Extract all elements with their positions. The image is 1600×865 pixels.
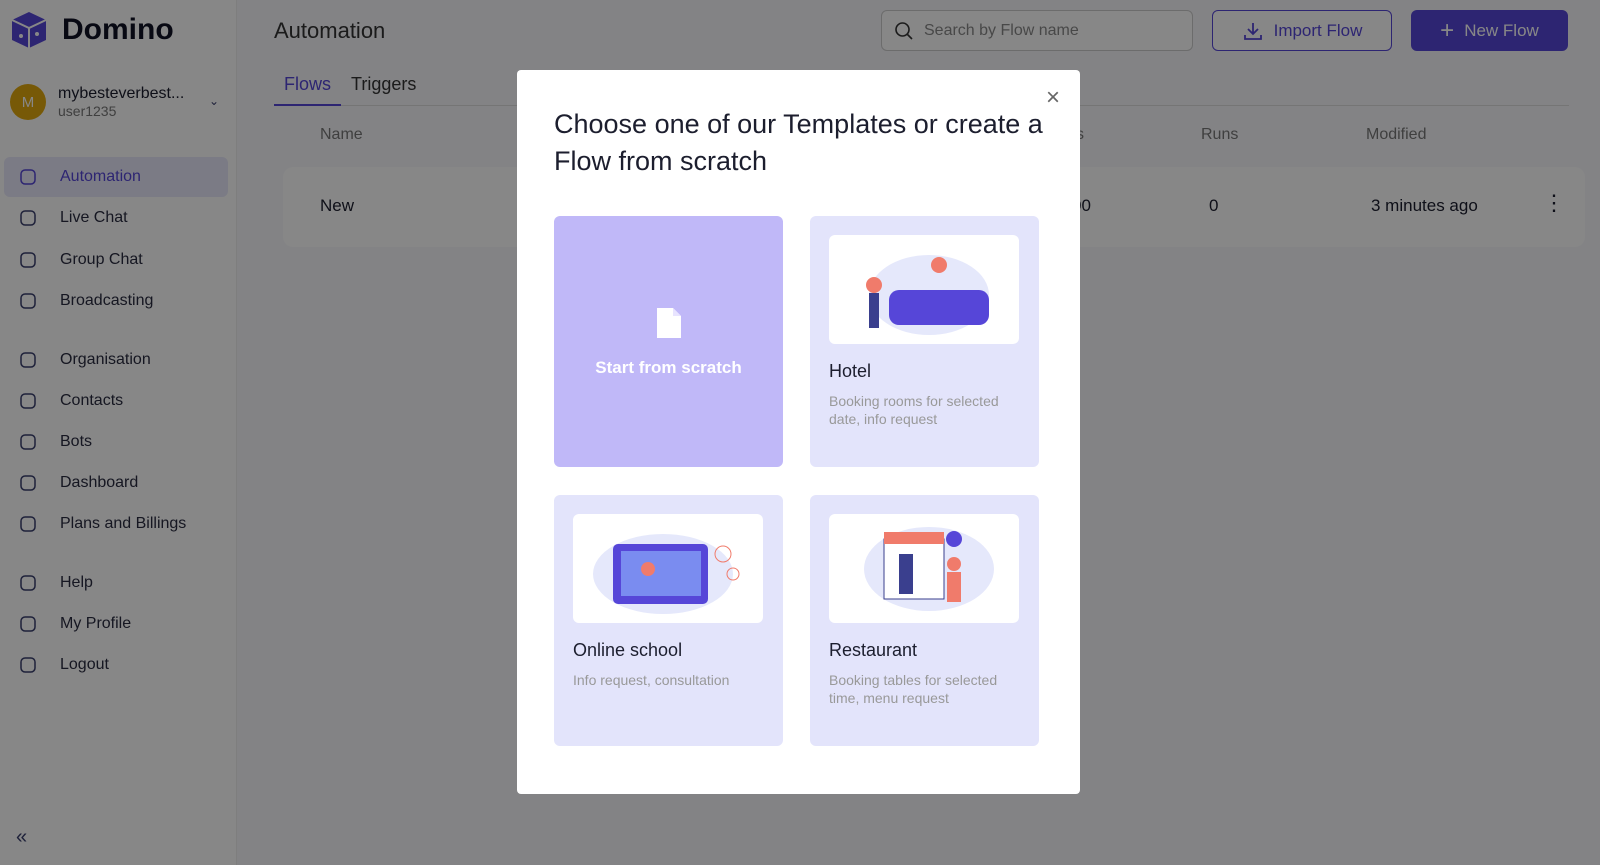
template-description: Info request, consultation: [573, 672, 730, 688]
template-description: Booking rooms for selected date, info re…: [829, 393, 999, 427]
online-school-illustration: [573, 514, 763, 623]
template-description: Booking tables for selected time, menu r…: [829, 672, 998, 706]
template-title: Online school: [573, 640, 683, 660]
template-card-restaurant[interactable]: Restaurant Booking tables for selected t…: [810, 495, 1039, 746]
restaurant-illustration: [829, 514, 1019, 623]
file-icon: [656, 307, 681, 338]
hotel-illustration: [829, 235, 1019, 344]
start-from-scratch-card[interactable]: Start from scratch: [554, 216, 783, 467]
template-card-online-school[interactable]: Online school Info request, consultation: [554, 495, 783, 746]
modal-title: Choose one of our Templates or create a …: [554, 109, 1043, 176]
template-card-hotel[interactable]: Hotel Booking rooms for selected date, i…: [810, 216, 1039, 467]
close-icon[interactable]: ×: [1046, 84, 1060, 112]
scratch-label: Start from scratch: [595, 357, 742, 377]
template-modal: × Choose one of our Templates or create …: [517, 70, 1080, 794]
template-title: Restaurant: [829, 640, 918, 660]
template-title: Hotel: [829, 361, 872, 381]
